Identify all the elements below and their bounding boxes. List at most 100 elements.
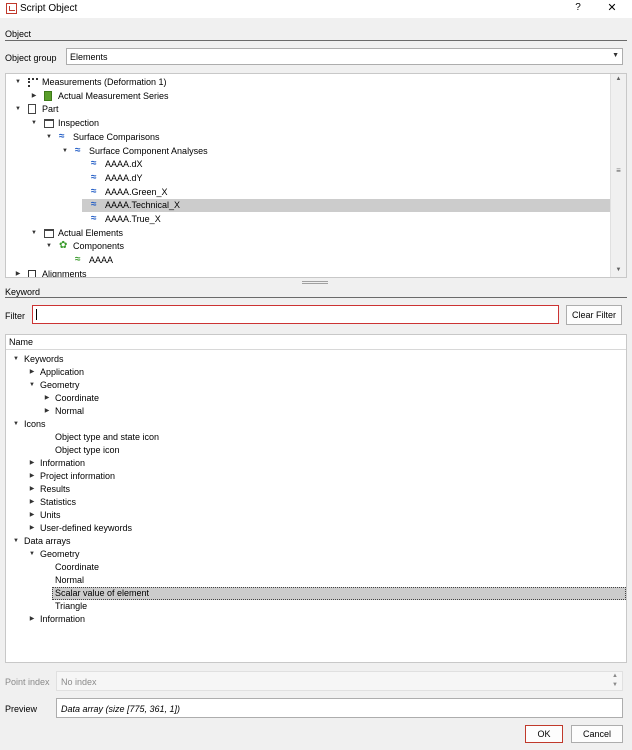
spin-up-icon: ▲ bbox=[612, 673, 618, 679]
object-tree-item-label: AAAA.dX bbox=[105, 159, 143, 170]
chevron-right-icon[interactable]: ▶ bbox=[28, 509, 36, 522]
ok-button[interactable]: OK bbox=[525, 725, 563, 743]
chevron-down-icon[interactable]: ▼ bbox=[14, 103, 22, 116]
chevron-right-icon[interactable]: ▶ bbox=[28, 470, 36, 483]
scroll-up-icon[interactable]: ▲ bbox=[611, 76, 626, 82]
chevron-right-icon[interactable]: ▶ bbox=[14, 268, 22, 277]
chevron-down-icon[interactable]: ▼ bbox=[12, 418, 20, 431]
object-tree-item-label: Surface Comparisons bbox=[73, 131, 160, 142]
chevron-down-icon[interactable]: ▼ bbox=[28, 548, 36, 561]
keyword-tree-item[interactable]: ▶ Results bbox=[6, 483, 624, 496]
object-tree-item[interactable]: ▼ ≈ Surface Comparisons bbox=[6, 131, 606, 144]
object-group-select[interactable]: Elements ▼ bbox=[66, 48, 623, 65]
keyword-section-divider bbox=[5, 297, 627, 298]
scroll-grip-icon[interactable]: ≡ bbox=[611, 166, 626, 175]
filter-input[interactable] bbox=[32, 305, 559, 324]
window-title: Script Object bbox=[20, 3, 78, 14]
chevron-right-icon[interactable]: ▶ bbox=[28, 496, 36, 509]
object-tree-item-label: AAAA.Green_X bbox=[105, 186, 168, 197]
object-tree-item[interactable]: ▼ Inspection bbox=[6, 117, 606, 130]
chevron-down-icon[interactable]: ▼ bbox=[61, 145, 69, 158]
keyword-tree-item[interactable]: Object type icon bbox=[6, 444, 624, 457]
cancel-button[interactable]: Cancel bbox=[571, 725, 623, 743]
scroll-down-icon[interactable]: ▼ bbox=[611, 267, 626, 273]
chevron-right-icon[interactable]: ▶ bbox=[28, 483, 36, 496]
chevron-right-icon[interactable]: ▶ bbox=[28, 522, 36, 535]
chevron-down-icon[interactable]: ▼ bbox=[12, 535, 20, 548]
keyword-tree-item-label: Project information bbox=[40, 471, 116, 481]
keyword-tree-item[interactable]: ▶ Project information bbox=[6, 470, 624, 483]
chevron-right-icon[interactable]: ▶ bbox=[28, 366, 36, 379]
chevron-right-icon[interactable]: ▶ bbox=[28, 613, 36, 626]
keyword-tree-item[interactable]: Normal bbox=[6, 574, 624, 587]
chevron-right-icon[interactable]: ▶ bbox=[43, 392, 51, 405]
keyword-tree-item[interactable]: ▼ Data arrays bbox=[6, 535, 624, 548]
object-tree-item[interactable]: ▼ ≈ Surface Component Analyses bbox=[6, 145, 606, 158]
chevron-down-icon[interactable]: ▼ bbox=[30, 227, 38, 240]
keyword-tree-item[interactable]: ▶ Statistics bbox=[6, 496, 624, 509]
chevron-down-icon[interactable]: ▼ bbox=[45, 240, 53, 253]
object-tree-item[interactable]: ▼ Measurements (Deformation 1) bbox=[6, 76, 606, 89]
chevron-down-icon[interactable]: ▼ bbox=[45, 131, 53, 144]
object-tree-scrollbar[interactable]: ▲ ≡ ▼ bbox=[610, 74, 626, 277]
keyword-tree-item-label: Data arrays bbox=[24, 536, 71, 546]
object-tree-item-label: Actual Elements bbox=[58, 227, 124, 238]
object-tree-item[interactable]: ≈ AAAA.True_X bbox=[6, 213, 606, 226]
object-tree-item[interactable]: ▼ ✿ Components bbox=[6, 240, 606, 253]
keyword-tree-item[interactable]: Triangle bbox=[6, 600, 624, 613]
preview-field[interactable]: Data array (size [775, 361, 1]) bbox=[56, 698, 623, 718]
object-tree-item-label: Components bbox=[73, 241, 125, 252]
keyword-tree-item[interactable]: ▼ Geometry bbox=[6, 548, 624, 561]
keyword-tree-item-label: Keywords bbox=[24, 354, 64, 364]
object-tree-item[interactable]: ≈ AAAA.dY bbox=[6, 172, 606, 185]
column-header-name[interactable]: Name bbox=[9, 337, 33, 347]
keyword-tree-item[interactable]: ▶ Normal bbox=[6, 405, 624, 418]
object-tree-item[interactable]: ≈ AAAA bbox=[6, 254, 606, 267]
object-tree-item-label: Inspection bbox=[58, 118, 100, 129]
object-tree-item-label: AAAA.True_X bbox=[105, 214, 161, 224]
object-tree-item[interactable]: ▼ Part bbox=[6, 103, 606, 116]
point-index-spinbox: No index ▲ ▼ bbox=[56, 671, 623, 691]
object-section-label: Object bbox=[5, 29, 32, 39]
keyword-tree-item[interactable]: ▶ Application bbox=[6, 366, 624, 379]
splitter-handle[interactable] bbox=[302, 281, 328, 284]
object-tree-item[interactable]: ≈ AAAA.Technical_X bbox=[82, 199, 610, 213]
keyword-tree[interactable]: Name ▼ Keywords ▶ Application ▼ Geometry ▶ Coor… bbox=[5, 334, 627, 663]
point-index-value: No index bbox=[61, 677, 97, 687]
chevron-down-icon[interactable]: ▼ bbox=[14, 76, 22, 89]
object-tree[interactable]: ▼ Measurements (Deformation 1) ▶ Actual Mea… bbox=[5, 73, 627, 278]
chevron-down-icon[interactable]: ▼ bbox=[12, 353, 20, 366]
close-button[interactable]: ✕ bbox=[604, 1, 620, 15]
object-tree-item[interactable]: ▶ Alignments bbox=[6, 268, 606, 277]
chevron-down-icon[interactable]: ▼ bbox=[30, 117, 38, 130]
chevron-down-icon[interactable]: ▼ bbox=[28, 379, 36, 392]
keyword-tree-item-label: Geometry bbox=[40, 549, 80, 559]
keyword-tree-item[interactable]: ▼ Keywords bbox=[6, 353, 624, 366]
object-tree-item[interactable]: ▼ Actual Elements bbox=[6, 227, 606, 240]
keyword-tree-item[interactable]: ▶ Information bbox=[6, 613, 624, 626]
help-button[interactable]: ? bbox=[571, 1, 585, 15]
keyword-tree-item-label: Application bbox=[40, 367, 85, 377]
object-tree-item-label: Actual Measurement Series bbox=[58, 90, 169, 101]
chevron-right-icon[interactable]: ▶ bbox=[43, 405, 51, 418]
keyword-tree-item[interactable]: ▼ Geometry bbox=[6, 379, 624, 392]
keyword-tree-item[interactable]: ▶ User-defined keywords bbox=[6, 522, 624, 535]
keyword-tree-item[interactable]: Scalar value of element bbox=[52, 587, 626, 600]
keyword-tree-item[interactable]: ▶ Units bbox=[6, 509, 624, 522]
clear-filter-button[interactable]: Clear Filter bbox=[566, 305, 622, 325]
object-tree-item[interactable]: ≈ AAAA.Green_X bbox=[6, 186, 606, 199]
keyword-tree-item[interactable]: Coordinate bbox=[6, 561, 624, 574]
keyword-tree-item[interactable]: ▶ Information bbox=[6, 457, 624, 470]
keyword-tree-item[interactable]: ▼ Icons bbox=[6, 418, 624, 431]
keyword-tree-item-label: Coordinate bbox=[55, 562, 100, 572]
keyword-tree-item-label: Information bbox=[40, 614, 86, 624]
object-tree-item[interactable]: ▶ Actual Measurement Series bbox=[6, 90, 606, 103]
object-tree-item[interactable]: ≈ AAAA.dX bbox=[6, 158, 606, 171]
keyword-tree-item[interactable]: Object type and state icon bbox=[6, 431, 624, 444]
chevron-right-icon[interactable]: ▶ bbox=[30, 90, 38, 103]
object-group-label: Object group bbox=[5, 53, 57, 63]
keyword-tree-item-label: Object type icon bbox=[55, 445, 120, 455]
chevron-right-icon[interactable]: ▶ bbox=[28, 457, 36, 470]
point-index-label: Point index bbox=[5, 677, 50, 687]
keyword-tree-item[interactable]: ▶ Coordinate bbox=[6, 392, 624, 405]
